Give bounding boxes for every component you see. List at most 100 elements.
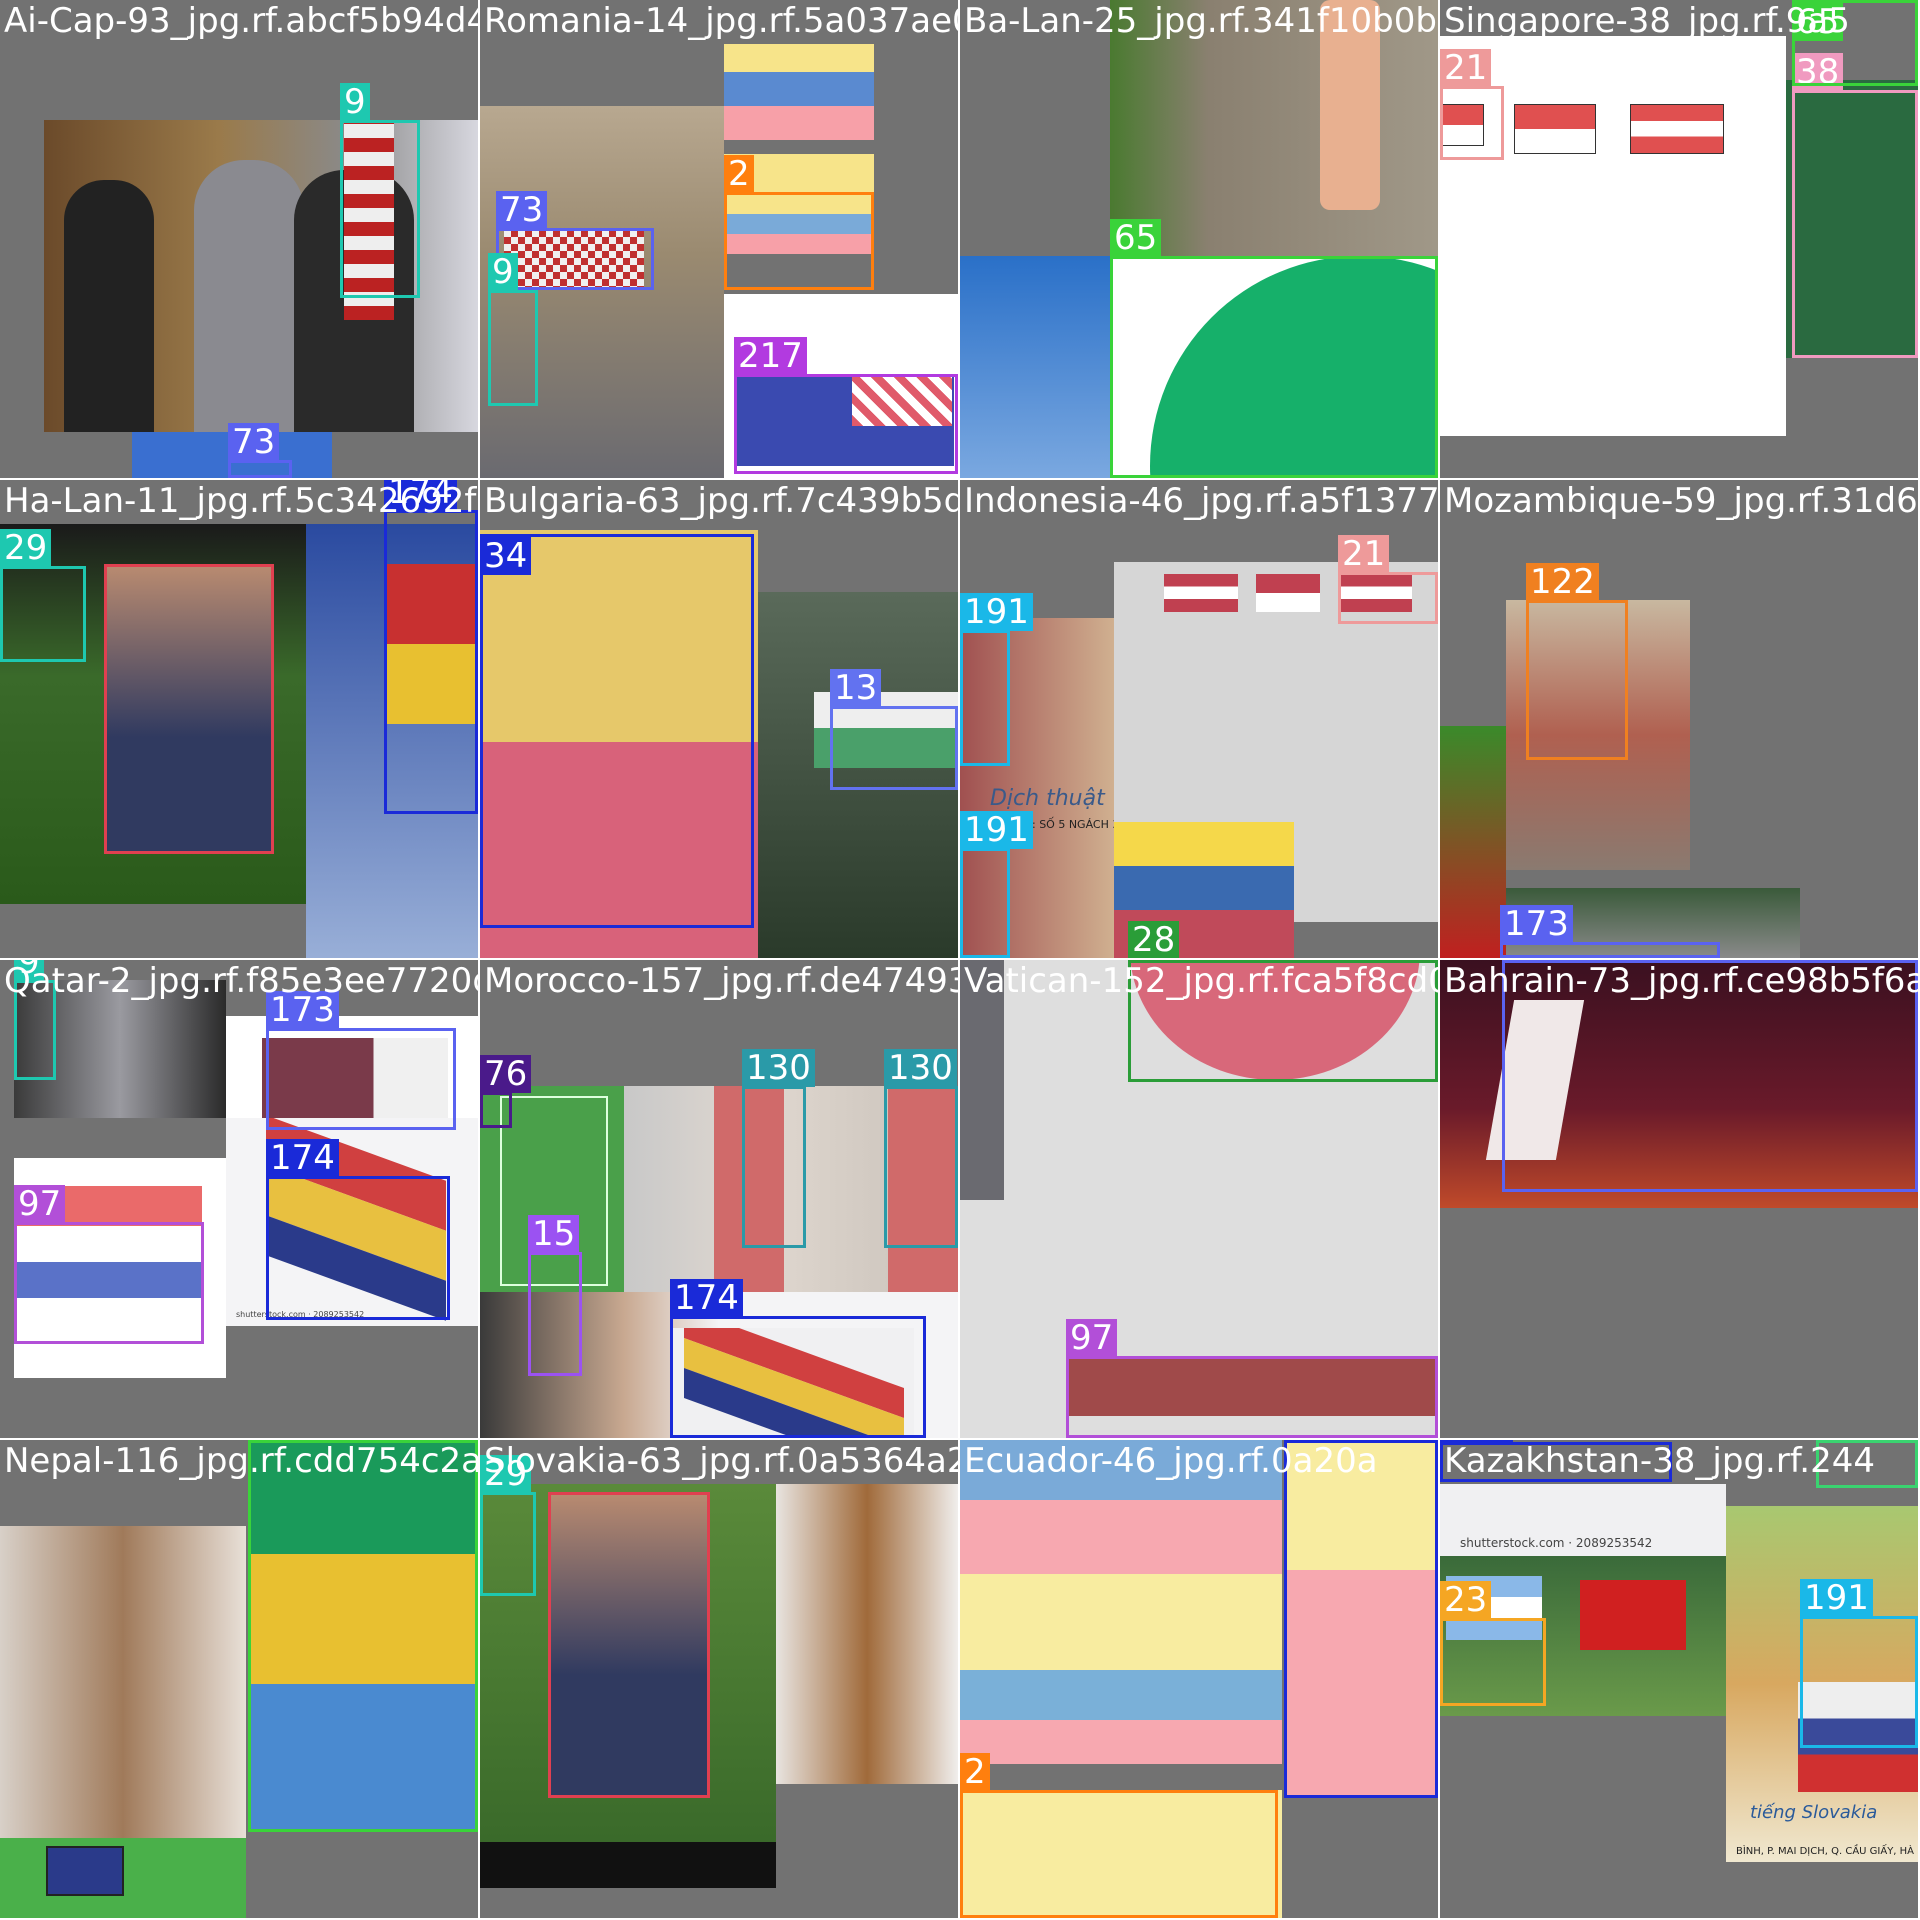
tile-filename: Ecuador-46_jpg.rf.0a20a <box>964 1441 1378 1481</box>
box-65: 65 <box>1110 219 1438 478</box>
class-label-191: 191 <box>960 811 1033 849</box>
box-34: 34 <box>480 534 754 928</box>
box-97: 97 <box>1066 1319 1438 1438</box>
tile-4: Ha-Lan-11_jpg.rf.5c342692f5ba9433a7d03 2… <box>0 478 480 960</box>
tile-filename: Slovakia-63_jpg.rf.0a5364a2 <box>484 1441 958 1481</box>
box-29: 29 <box>480 1455 536 1596</box>
class-label-191: 191 <box>1800 1579 1873 1617</box>
box-97: 97 <box>14 1185 204 1344</box>
tile-10: Vatican-152_jpg.rf.fca5f8cd0fa89 97 <box>958 958 1440 1440</box>
tile-filename: Mozambique-59_jpg.rf.31d6f9a2c4 <box>1444 481 1918 521</box>
tile-filename: Ba-Lan-25_jpg.rf.341f10b0b39b24d3c630 <box>964 1 1438 41</box>
box-173: 173 <box>266 991 456 1130</box>
class-label-73: 73 <box>228 423 280 461</box>
tile-filename: Qatar-2_jpg.rf.f85e3ee7720d44091766789 <box>4 961 478 1001</box>
box-34: 34 <box>1284 1440 1438 1798</box>
tile-filename: Romania-14_jpg.rf.5a037ae0d <box>484 1 958 41</box>
tile-filename: Bulgaria-63_jpg.rf.7c439b5d2e66a3b592483… <box>484 481 958 521</box>
tile-2: Ba-Lan-25_jpg.rf.341f10b0b39b24d3c630 65 <box>958 0 1440 480</box>
class-label-217: 217 <box>734 337 807 375</box>
box-29: 29 <box>0 529 86 662</box>
box-174: 174 <box>384 480 478 814</box>
box-13: 13 <box>830 669 958 790</box>
class-label-15: 15 <box>528 1215 580 1253</box>
class-label-130: 130 <box>742 1049 815 1087</box>
box-2: 2 <box>724 155 874 290</box>
tile-filename: Kazakhstan-38_jpg.rf.244 <box>1444 1441 1876 1481</box>
photo-pitch-australia <box>0 1838 246 1918</box>
box-73: 73 <box>228 423 292 478</box>
photo-black-bar <box>480 1842 776 1888</box>
tile-3: Singapore-38_jpg.rf.9a5 21 38 65 <box>1438 0 1920 480</box>
class-label-13: 13 <box>830 669 882 707</box>
box-191: 191 <box>960 811 1033 958</box>
tile-filename: Ha-Lan-11_jpg.rf.5c342692f5ba9433a7d03 <box>4 481 478 521</box>
tile-11: Bahrain-73_jpg.rf.ce98b5f6a <box>1438 958 1920 1440</box>
box-23: 23 <box>1440 1581 1546 1706</box>
tile-1: Romania-14_jpg.rf.5a037ae0d 73 9 2 217 <box>478 0 960 480</box>
class-label-174: 174 <box>266 1139 339 1177</box>
tile-14: Ecuador-46_jpg.rf.0a20a 34 2 <box>958 1438 1440 1920</box>
box-130: 130 <box>884 1049 958 1248</box>
tile-5: Bulgaria-63_jpg.rf.7c439b5d2e66a3b592483… <box>478 478 960 960</box>
box-15: 15 <box>528 1215 582 1376</box>
class-label-122: 122 <box>1526 563 1599 601</box>
class-label-191: 191 <box>960 593 1033 631</box>
class-label-130: 130 <box>884 1049 957 1087</box>
box-2: 2 <box>960 1753 1278 1918</box>
box-217: 217 <box>734 337 958 474</box>
box-21: 21 <box>1338 535 1438 624</box>
class-label-28: 28 <box>1128 921 1180 958</box>
class-label-21: 21 <box>1338 535 1390 573</box>
class-label-97: 97 <box>1066 1319 1118 1357</box>
tile-filename: Morocco-157_jpg.rf.de474939b <box>484 961 958 1001</box>
class-label-174: 174 <box>670 1279 743 1317</box>
overlay-text: tiếng Slovakia <box>1750 1802 1878 1823</box>
class-label-23: 23 <box>1440 1581 1492 1619</box>
class-label-173: 173 <box>1500 905 1573 943</box>
class-label-73: 73 <box>496 191 548 229</box>
class-label-34: 34 <box>480 537 532 575</box>
box-21: 21 <box>1440 49 1504 160</box>
box-9: 9 <box>340 83 420 298</box>
box-122: 122 <box>1526 563 1628 760</box>
box-9: 9 <box>488 253 538 406</box>
box-76: 76 <box>480 1055 532 1128</box>
tile-filename: Nepal-116_jpg.rf.cdd754c2a <box>4 1441 478 1481</box>
tile-filename: Indonesia-46_jpg.rf.a5f1377006b <box>964 481 1438 521</box>
photo-nepal-leaders <box>0 1526 246 1838</box>
box-38: 38 <box>1792 53 1918 358</box>
box-130: 130 <box>742 1049 815 1248</box>
tile-15: Kazakhstan-38_jpg.rf.244 shutterstock.co… <box>1438 1438 1920 1920</box>
class-label-29: 29 <box>0 529 52 567</box>
tile-7: Mozambique-59_jpg.rf.31d6f9a2c4 122 173 <box>1438 478 1920 960</box>
box-65: 65 <box>248 1440 478 1832</box>
box-191: 191 <box>1800 1579 1918 1748</box>
box-174: 174 <box>670 1279 926 1438</box>
class-label-2: 2 <box>724 155 754 193</box>
class-label-9: 9 <box>340 83 370 121</box>
class-label-65: 65 <box>1110 219 1162 257</box>
tile-filename: Bahrain-73_jpg.rf.ce98b5f6a <box>1444 961 1918 1001</box>
photo-sky <box>960 256 1110 478</box>
box-173: 173 <box>1500 905 1720 958</box>
tile-12: Nepal-116_jpg.rf.cdd754c2a 65 <box>0 1438 480 1920</box>
tile-9: Morocco-157_jpg.rf.de474939b 76 130 130 … <box>478 958 960 1440</box>
overlay-text: Dịch thuật <box>990 786 1105 811</box>
watermark-text: shutterstock.com · 2089253542 <box>1460 1536 1653 1550</box>
photo-modi <box>776 1484 958 1784</box>
tile-8: Qatar-2_jpg.rf.f85e3ee7720d44091766789 s… <box>0 958 480 1440</box>
photo-watermark-strip: shutterstock.com · 2089253542 <box>1440 1484 1726 1556</box>
class-label-21: 21 <box>1440 49 1492 87</box>
box-191: 191 <box>960 593 1033 766</box>
overlay-text: BÌNH, P. MAI DỊCH, Q. CẦU GIẤY, HÀ NỘI <box>1736 1846 1918 1857</box>
class-label-76: 76 <box>480 1055 532 1093</box>
tile-filename: Vatican-152_jpg.rf.fca5f8cd0fa89 <box>964 961 1438 1001</box>
photo-red-flag <box>1440 726 1506 958</box>
tile-13: Slovakia-63_jpg.rf.0a5364a2 29 <box>478 1438 960 1920</box>
tile-6: Indonesia-46_jpg.rf.a5f1377006b Dịch thu… <box>958 478 1440 960</box>
box-73: 73 <box>496 191 654 290</box>
class-label-9: 9 <box>488 253 518 291</box>
mosaic-grid: Ai-Cap-93_jpg.rf.abcf5b94d4a2e07132f4 9 … <box>0 0 1920 1920</box>
class-label-2: 2 <box>960 1753 990 1791</box>
